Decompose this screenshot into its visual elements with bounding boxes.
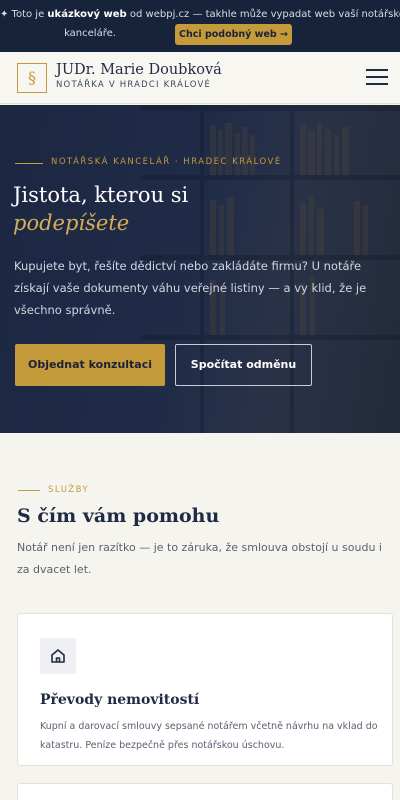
brand-name[interactable]: JUDr. Marie Doubková — [56, 62, 222, 78]
hero-description: Kupujete byt, řešíte dědictví nebo zaklá… — [14, 259, 367, 317]
service-card-text: Kupní a darovací smlouvy sepsané notářem… — [40, 721, 378, 751]
services-title: S čím vám pomohu — [17, 505, 220, 527]
promo-text-line2: kanceláře. — [64, 28, 116, 39]
menu-bar — [366, 76, 388, 78]
book-consultation-button[interactable]: Objednat konzultaci — [15, 344, 165, 386]
services-intro: Notář není jen razítko — je to záruka, ž… — [17, 541, 382, 576]
promo-prefix: ✦ Toto je — [0, 9, 48, 20]
eyebrow-divider — [15, 163, 43, 164]
services-section: SLUŽBY S čím vám pomohu Notář není jen r… — [0, 433, 400, 800]
menu-bar — [366, 69, 388, 71]
brand-subtitle: NOTÁŘKA V HRADCI KRÁLOVÉ — [56, 80, 212, 90]
promo-cta-button[interactable]: Chci podobný web → — [175, 24, 292, 45]
service-card-title: Převody nemovitostí — [40, 692, 200, 708]
promo-banner: ✦ Toto je ukázkový web od webpj.cz — tak… — [0, 0, 400, 52]
services-eyebrow: SLUŽBY — [48, 485, 90, 495]
promo-text: ✦ Toto je ukázkový web od webpj.cz — tak… — [0, 9, 400, 20]
hero-eyebrow-text: NOTÁŘSKÁ KANCELÁŘ · HRADEC KRÁLOVÉ — [51, 157, 282, 167]
service-card-real-estate[interactable]: Převody nemovitostí Kupní a darovací sml… — [17, 613, 393, 766]
service-card-next[interactable] — [17, 783, 393, 800]
promo-suffix: od webpj.cz — takhle může vypadat web va… — [126, 9, 400, 20]
promo-highlight: ukázkový web — [47, 9, 127, 20]
site-header: § JUDr. Marie Doubková NOTÁŘKA V HRADCI … — [0, 52, 400, 104]
services-eyebrow-divider — [18, 490, 40, 491]
logo-paragraph-icon[interactable]: § — [17, 63, 47, 93]
calculate-fee-button[interactable]: Spočítat odměnu — [175, 344, 312, 386]
hero-title-accent: podepíšete — [13, 211, 130, 235]
menu-bar — [366, 83, 388, 85]
hero-section: NOTÁŘSKÁ KANCELÁŘ · HRADEC KRÁLOVÉ Jisto… — [0, 105, 400, 433]
hero-title: Jistota, kterou si — [13, 183, 189, 207]
hamburger-menu-icon[interactable] — [366, 69, 388, 87]
home-icon — [40, 638, 76, 674]
